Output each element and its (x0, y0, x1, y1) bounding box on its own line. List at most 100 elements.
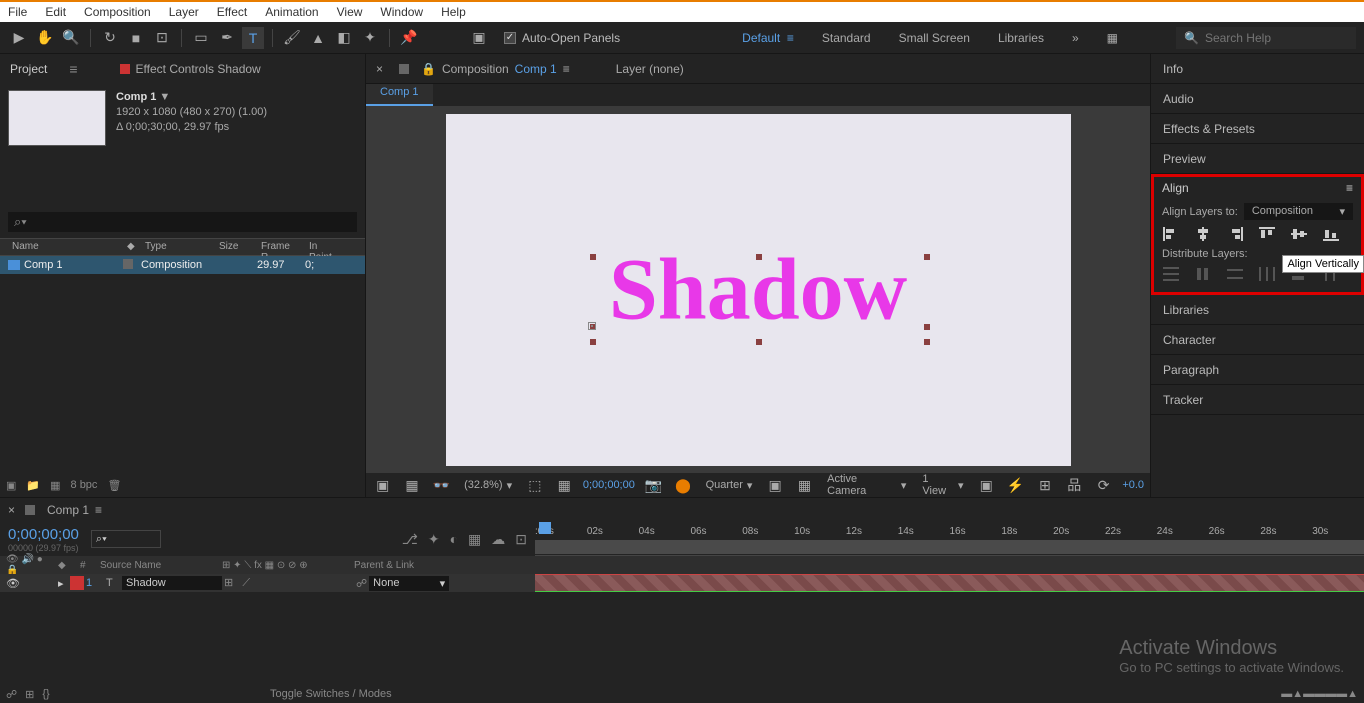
align-left-icon[interactable] (1162, 226, 1180, 242)
viewer[interactable]: Shadow (366, 106, 1150, 473)
panel-icon[interactable]: ▣ (468, 27, 490, 49)
col-size[interactable]: Size (215, 239, 257, 255)
magnification-icon[interactable]: ▣ (372, 474, 393, 496)
preview-panel[interactable]: Preview (1151, 144, 1364, 174)
timecode[interactable]: 0;00;00;00 (8, 526, 79, 543)
grid-icon[interactable]: ▦ (554, 474, 575, 496)
align-menu-icon[interactable]: ≡ (1346, 181, 1353, 195)
zoom-tool-icon[interactable]: 🔍 (60, 27, 82, 49)
parent-dropdown[interactable]: None▾ (369, 576, 449, 591)
roi-icon[interactable]: ▣ (764, 474, 785, 496)
interpret-footage-icon[interactable]: ▣ (6, 479, 16, 492)
subtab-comp1[interactable]: Comp 1 (366, 84, 433, 106)
col-inpoint[interactable]: In Point (305, 239, 345, 255)
tl-icon-5[interactable]: ☁ (491, 531, 505, 548)
timeline-tab[interactable]: Comp 1 (47, 503, 89, 517)
new-comp-icon[interactable]: ▦ (50, 479, 60, 492)
project-tab[interactable]: Project (10, 62, 47, 76)
workspace-grid-icon[interactable]: ▦ (1107, 31, 1118, 45)
tl-close-icon[interactable]: × (8, 503, 15, 517)
flowchart-icon[interactable]: 品 (1064, 474, 1085, 496)
tl-icon-4[interactable]: ▦ (468, 531, 481, 548)
menu-window[interactable]: Window (380, 5, 423, 19)
workspace-small-screen[interactable]: Small Screen (899, 31, 970, 45)
fast-preview-icon[interactable]: ⚡ (1005, 474, 1026, 496)
col-name[interactable]: Name (8, 239, 123, 255)
libraries-panel[interactable]: Libraries (1151, 295, 1364, 325)
playhead[interactable] (539, 522, 551, 534)
col-type[interactable]: Type (141, 239, 215, 255)
effect-controls-tab[interactable]: Effect Controls Shadow (120, 62, 261, 76)
timeline-search[interactable]: ⌕▾ (91, 530, 161, 548)
align-vcenter-icon[interactable] (1290, 226, 1308, 242)
effects-presets-panel[interactable]: Effects & Presets (1151, 114, 1364, 144)
hand-tool-icon[interactable]: ✋ (34, 27, 56, 49)
workspace-overflow-icon[interactable]: » (1072, 31, 1079, 45)
tl-foot-icon-2[interactable]: ⊞ (25, 688, 34, 701)
search-input[interactable] (1205, 31, 1348, 45)
workspace-libraries[interactable]: Libraries (998, 31, 1044, 45)
tl-icon-1[interactable]: ⎇ (402, 531, 418, 548)
align-right-icon[interactable] (1226, 226, 1244, 242)
menu-edit[interactable]: Edit (45, 5, 66, 19)
text-tool-icon[interactable]: T (242, 27, 264, 49)
character-panel[interactable]: Character (1151, 325, 1364, 355)
align-bottom-icon[interactable] (1322, 226, 1340, 242)
roto-tool-icon[interactable]: ✦ (359, 27, 381, 49)
tl-icon-3[interactable]: ◐ (450, 531, 458, 548)
align-hcenter-icon[interactable] (1194, 226, 1212, 242)
menu-help[interactable]: Help (441, 5, 466, 19)
menu-animation[interactable]: Animation (265, 5, 318, 19)
audio-panel[interactable]: Audio (1151, 84, 1364, 114)
tl-icon-6[interactable]: ⊡ (515, 531, 527, 548)
exposure-value[interactable]: +0.0 (1122, 479, 1144, 491)
snapshot-icon[interactable]: 📷 (643, 474, 664, 496)
project-row-comp1[interactable]: Comp 1 Composition 29.97 0; (0, 256, 365, 274)
transparency-icon[interactable]: ▦ (794, 474, 815, 496)
canvas[interactable]: Shadow (446, 114, 1071, 466)
pen-tool-icon[interactable]: ✒ (216, 27, 238, 49)
channel-icon[interactable]: ⬤ (672, 474, 693, 496)
workspace-default[interactable]: Default ≡ (742, 31, 794, 45)
align-top-icon[interactable] (1258, 226, 1276, 242)
rectangle-tool-icon[interactable]: ▭ (190, 27, 212, 49)
selection-tool-icon[interactable]: ▶ (8, 27, 30, 49)
align-target-dropdown[interactable]: Composition▾ (1244, 203, 1353, 220)
time-ruler[interactable]: :00s02s04s06s 08s10s12s14s 16s18s20s22s … (535, 522, 1364, 556)
res-full-icon[interactable]: ⬚ (524, 474, 545, 496)
auto-open-checkbox[interactable]: ✓ (504, 32, 516, 44)
comp-thumbnail[interactable] (8, 90, 106, 146)
menu-effect[interactable]: Effect (217, 5, 247, 19)
menu-file[interactable]: File (8, 5, 27, 19)
toggle-switches-button[interactable]: Toggle Switches / Modes (270, 688, 392, 700)
menu-layer[interactable]: Layer (169, 5, 199, 19)
project-search[interactable]: ⌕▾ (8, 212, 357, 232)
col-framerate[interactable]: Frame R... (257, 239, 305, 255)
reset-exp-icon[interactable]: ⟳ (1093, 474, 1114, 496)
anchor-point-icon[interactable] (588, 322, 596, 330)
layer-name[interactable]: Shadow (122, 576, 222, 590)
lock-icon[interactable]: 🔒 (421, 62, 436, 76)
mask-icon[interactable]: 👓 (431, 474, 452, 496)
close-tab-icon[interactable]: × (376, 62, 383, 76)
timeline-icon[interactable]: ⊞ (1034, 474, 1055, 496)
layer-tab[interactable]: Layer (none) (616, 62, 684, 76)
workspace-standard[interactable]: Standard (822, 31, 871, 45)
toggle-alpha-icon[interactable]: ▦ (401, 474, 422, 496)
view-dropdown[interactable]: 1 View ▾ (918, 473, 967, 497)
orbit-tool-icon[interactable]: ↻ (99, 27, 121, 49)
info-panel[interactable]: Info (1151, 54, 1364, 84)
paragraph-panel[interactable]: Paragraph (1151, 355, 1364, 385)
puppet-tool-icon[interactable]: 📌 (398, 27, 420, 49)
tl-icon-2[interactable]: ✦ (428, 531, 440, 548)
col-label-icon[interactable]: ◆ (123, 239, 141, 255)
search-help[interactable]: 🔍 (1176, 27, 1356, 49)
time-display[interactable]: 0;00;00;00 (583, 479, 635, 491)
res-dropdown[interactable]: Quarter ▾ (702, 479, 757, 492)
camera-tool-icon[interactable]: ■ (125, 27, 147, 49)
timeline-layer-row[interactable]: 👁 ▸ 1 T Shadow ⊞ ⟋ ☍ None▾ (0, 574, 535, 592)
tl-foot-icon-3[interactable]: {} (42, 688, 49, 700)
eraser-tool-icon[interactable]: ◧ (333, 27, 355, 49)
comp-dropdown-icon[interactable]: ▼ (159, 91, 170, 103)
menu-composition[interactable]: Composition (84, 5, 151, 19)
